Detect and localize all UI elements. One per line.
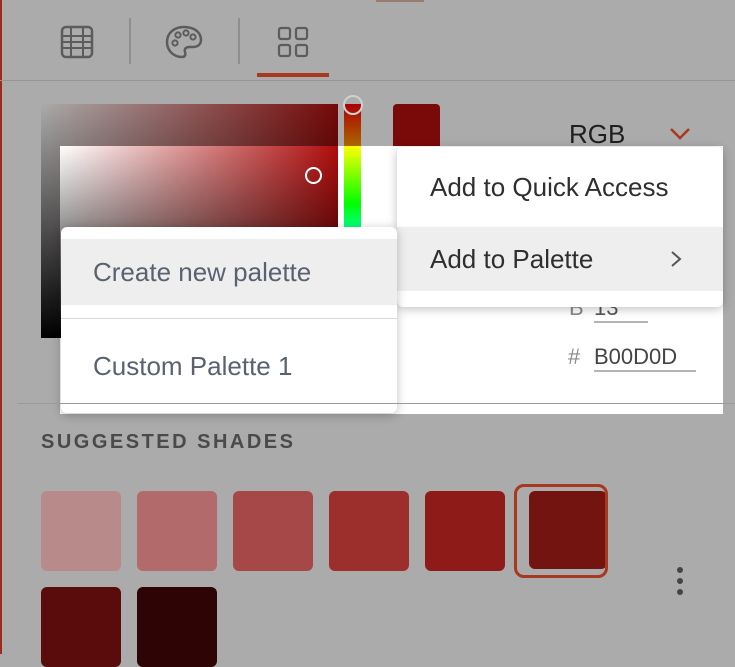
menu-item-label: Custom Palette 1 [93, 350, 293, 381]
shade-swatch[interactable] [329, 491, 409, 571]
hex-label: # [568, 344, 581, 369]
paint-palette-icon [165, 25, 203, 59]
shade-swatch[interactable] [41, 587, 121, 667]
tab-palette[interactable] [164, 22, 204, 62]
color-mode-label[interactable]: RGB [569, 119, 625, 150]
menu-item-label: Create new palette [93, 256, 312, 287]
shade-swatch[interactable] [425, 491, 505, 571]
palette-submenu: Create new palette Custom Palette 1 [61, 227, 397, 413]
current-color-swatch[interactable] [393, 104, 440, 151]
menu-item-create-new-palette[interactable]: Create new palette [61, 239, 397, 305]
active-tab-indicator [257, 73, 329, 77]
panel-left-border [0, 0, 2, 654]
menu-item-label: Add to Quick Access [430, 171, 669, 202]
menu-item-label: Add to Palette [430, 243, 594, 274]
hue-slider-handle[interactable] [343, 95, 363, 115]
menu-item-add-to-palette[interactable]: Add to Palette [397, 227, 723, 291]
tab-bar [0, 0, 735, 81]
shade-swatch[interactable] [137, 587, 217, 667]
shade-swatch[interactable] [233, 491, 313, 571]
hex-input[interactable]: B00D0D [594, 344, 696, 372]
more-vertical-icon[interactable] [672, 566, 688, 596]
color-selector-handle[interactable] [305, 167, 322, 184]
tab-grid[interactable] [57, 22, 97, 62]
shade-swatch[interactable] [41, 491, 121, 571]
tab-apps[interactable] [273, 22, 313, 62]
chevron-down-icon[interactable] [668, 124, 692, 142]
menu-item-add-to-quick-access[interactable]: Add to Quick Access [397, 147, 723, 227]
selected-shade-ring [514, 484, 608, 578]
section-divider [18, 403, 735, 404]
chevron-right-icon [671, 251, 682, 267]
menu-item-custom-palette-1[interactable]: Custom Palette 1 [61, 333, 397, 399]
shade-swatch[interactable] [137, 491, 217, 571]
table-grid-icon [60, 25, 94, 59]
tab-separator [238, 18, 240, 64]
four-squares-icon [277, 26, 309, 58]
tab-separator [129, 18, 131, 64]
menu-divider [61, 318, 397, 319]
suggested-shades-title: SUGGESTED SHADES [41, 431, 296, 453]
context-menu: Add to Quick Access Add to Palette [397, 147, 723, 307]
